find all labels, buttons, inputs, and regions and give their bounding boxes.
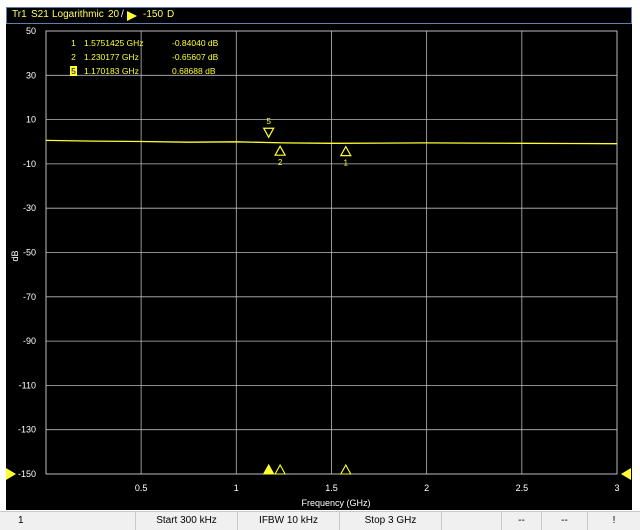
y-tick-label: -110 xyxy=(19,380,36,390)
y-tick-label: -10 xyxy=(23,159,36,169)
trace-header[interactable]: Tr1 S21 Logarithmic 20 / -150 D xyxy=(6,7,632,24)
y-tick-label: -90 xyxy=(23,336,36,346)
trace-parameter[interactable]: S21 xyxy=(31,9,49,20)
marker-5-icon[interactable] xyxy=(262,127,275,139)
status-field-2: -- xyxy=(542,512,588,530)
ref-arrow-left-icon[interactable] xyxy=(6,468,16,480)
marker-table-value[interactable]: 0.68688 dB xyxy=(172,66,216,76)
x-axis-label: Frequency (GHz) xyxy=(301,498,370,508)
stop-frequency[interactable]: Stop 3 GHz xyxy=(340,512,442,530)
marker-2-icon[interactable] xyxy=(274,144,287,156)
y-tick-label: -130 xyxy=(18,425,36,435)
status-field-blank xyxy=(442,512,502,530)
trace-name[interactable]: Tr1 xyxy=(12,9,27,20)
y-axis-label: dB xyxy=(10,250,20,261)
trace-ref-suffix: D xyxy=(167,9,175,20)
marker-1-icon[interactable] xyxy=(339,145,352,157)
marker-table-value[interactable]: -0.65607 dB xyxy=(172,52,219,62)
y-tick-label: -150 xyxy=(18,469,36,479)
ref-position-arrow-icon xyxy=(127,11,137,21)
marker-table-frequency[interactable]: 1.230177 GHz xyxy=(84,52,139,62)
plot-area[interactable]: 50 30 10 -10 -30 -50 -70 -90 -110 -130 -150 0.5 1 1.… xyxy=(6,24,632,510)
start-frequency[interactable]: Start 300 kHz xyxy=(136,512,238,530)
marker-5-position-indicator[interactable] xyxy=(262,463,275,475)
marker-table-id[interactable]: 5 xyxy=(71,66,76,76)
chart-svg[interactable]: 50 30 10 -10 -30 -50 -70 -90 -110 -130 -150 0.5 1 1.… xyxy=(6,24,632,510)
marker-2-position-indicator[interactable] xyxy=(274,463,287,475)
vna-window: Tr1 S21 Logarithmic 20 / -150 D 50 30 10 -1… xyxy=(0,0,640,530)
ifbw-setting[interactable]: IFBW 10 kHz xyxy=(238,512,340,530)
marker-table-frequency[interactable]: 1.170183 GHz xyxy=(84,66,139,76)
trace-scale[interactable]: 20 xyxy=(108,9,119,20)
x-tick-label: 1.5 xyxy=(325,483,338,493)
x-tick-label: 1 xyxy=(234,483,239,493)
y-tick-label: 10 xyxy=(26,115,36,125)
status-field-1: -- xyxy=(502,512,542,530)
ref-arrow-right-icon[interactable] xyxy=(621,468,631,480)
y-tick-label: -50 xyxy=(23,248,36,258)
marker-1-label: 1 xyxy=(344,159,349,168)
marker-table-id[interactable]: 2 xyxy=(71,52,76,62)
trace-ref-value[interactable]: -150 xyxy=(143,9,163,20)
status-bar: 1 Start 300 kHz IFBW 10 kHz Stop 3 GHz -… xyxy=(0,511,640,530)
x-tick-label: 2 xyxy=(424,483,429,493)
y-tick-label: 30 xyxy=(26,70,36,80)
marker-table-value[interactable]: -0.84040 dB xyxy=(172,38,219,48)
scale-unit-slash: / xyxy=(121,9,124,20)
marker-1-position-indicator[interactable] xyxy=(339,463,352,475)
y-tick-label: 50 xyxy=(26,26,36,36)
x-tick-label: 3 xyxy=(614,483,619,493)
marker-table-frequency[interactable]: 1.5751425 GHz xyxy=(84,38,144,48)
marker-5-label: 5 xyxy=(266,117,271,126)
channel-indicator[interactable]: 1 xyxy=(0,512,136,530)
trace-format[interactable]: Logarithmic xyxy=(52,9,104,20)
status-field-3: ! xyxy=(612,515,616,526)
marker-table-id[interactable]: 1 xyxy=(71,38,76,48)
y-tick-label: -30 xyxy=(23,203,36,213)
x-tick-label: 2.5 xyxy=(516,483,529,493)
y-tick-label: -70 xyxy=(23,292,36,302)
marker-2-label: 2 xyxy=(278,158,283,167)
x-tick-label: 0.5 xyxy=(135,483,148,493)
